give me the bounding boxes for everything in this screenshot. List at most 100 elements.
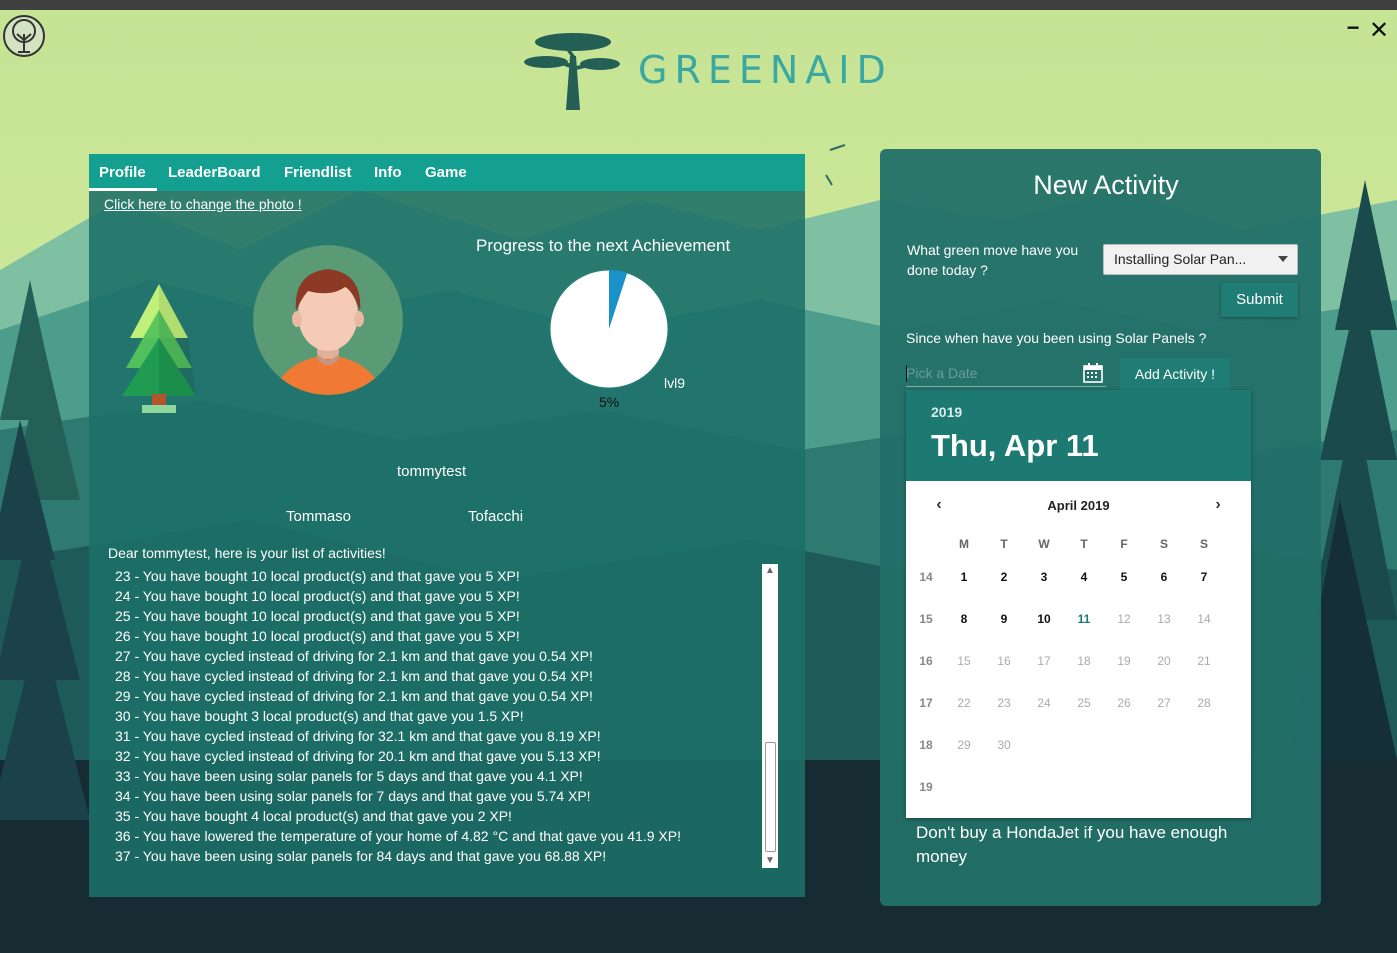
week-number: 14 xyxy=(919,570,933,584)
tab-bar: Profile LeaderBoard Friendlist Info Game xyxy=(89,154,805,191)
activity-type-select[interactable]: Installing Solar Pan... xyxy=(1103,244,1298,275)
achievement-progress-pie xyxy=(549,269,669,389)
calendar-day[interactable]: 24 xyxy=(1029,696,1059,710)
activity-list-item: 34 - You have been using solar panels fo… xyxy=(115,788,591,804)
eco-tip: Don't buy a HondaJet if you have enough … xyxy=(916,823,1228,866)
activity-list-item: 30 - You have bought 3 local product(s) … xyxy=(115,708,524,724)
week-number: 16 xyxy=(919,654,933,668)
calendar-day[interactable]: 2 xyxy=(989,570,1019,584)
close-button[interactable]: ✕ xyxy=(1369,18,1389,44)
calendar-day[interactable]: 30 xyxy=(989,738,1019,752)
weekday-header: F xyxy=(1120,537,1128,551)
calendar-day[interactable]: 19 xyxy=(1109,654,1139,668)
logo-text: GREENAID xyxy=(638,48,893,92)
calendar-day[interactable]: 1 xyxy=(949,570,979,584)
activity-list-item: 26 - You have bought 10 local product(s)… xyxy=(115,628,520,644)
minimize-button[interactable]: − xyxy=(1344,17,1362,39)
weekday-header: M xyxy=(959,537,969,551)
scrollbar-thumb[interactable] xyxy=(765,742,776,852)
calendar-day[interactable]: 29 xyxy=(949,738,979,752)
date-placeholder: Pick a Date xyxy=(906,365,978,381)
weekday-header: T xyxy=(1000,537,1008,551)
activity-select-value: Installing Solar Pan... xyxy=(1114,251,1247,267)
activity-list-item: 23 - You have bought 10 local product(s)… xyxy=(115,568,520,584)
date-picker-selected-date: Thu, Apr 11 xyxy=(931,428,1099,463)
calendar-day[interactable]: 5 xyxy=(1109,570,1139,584)
calendar-day[interactable]: 21 xyxy=(1189,654,1219,668)
activity-list-item: 29 - You have cycled instead of driving … xyxy=(115,688,593,704)
calendar-day[interactable]: 3 xyxy=(1029,570,1059,584)
calendar-day[interactable]: 17 xyxy=(1029,654,1059,668)
calendar-day[interactable]: 8 xyxy=(949,612,979,626)
calendar-day[interactable]: 23 xyxy=(989,696,1019,710)
calendar-day[interactable]: 7 xyxy=(1189,570,1219,584)
date-picker-header: 2019 Thu, Apr 11 xyxy=(906,390,1251,481)
calendar-day[interactable]: 6 xyxy=(1149,570,1179,584)
calendar-day[interactable]: 13 xyxy=(1149,612,1179,626)
progress-percent: 5% xyxy=(599,394,620,410)
calendar-day[interactable]: 22 xyxy=(949,696,979,710)
calendar-day[interactable]: 25 xyxy=(1069,696,1099,710)
week-number: 15 xyxy=(919,612,933,626)
level-label: lvl9 xyxy=(664,375,686,391)
calendar-day[interactable]: 18 xyxy=(1069,654,1099,668)
week-number: 19 xyxy=(919,780,933,794)
scroll-down-arrow-icon[interactable]: ▼ xyxy=(762,854,778,868)
calendar-day[interactable]: 11 xyxy=(1069,612,1099,626)
tab-friendlist[interactable]: Friendlist xyxy=(274,154,362,191)
activity-list-item: 24 - You have bought 10 local product(s)… xyxy=(115,588,520,604)
level-tree-icon xyxy=(122,284,196,413)
tab-game[interactable]: Game xyxy=(415,154,477,191)
weekday-header: T xyxy=(1080,537,1088,551)
tab-info[interactable]: Info xyxy=(364,154,412,191)
activity-list-item: 25 - You have bought 10 local product(s)… xyxy=(115,608,520,624)
calendar-day[interactable]: 15 xyxy=(949,654,979,668)
week-number: 18 xyxy=(919,738,933,752)
tab-leaderboard[interactable]: LeaderBoard xyxy=(158,154,271,191)
activity-scrollbar[interactable]: ▲ ▼ xyxy=(762,564,778,868)
calendar-day[interactable]: 4 xyxy=(1069,570,1099,584)
date-picker-popup: 2019 Thu, Apr 11 ‹ April 2019 › MTWTFSS1… xyxy=(906,390,1251,818)
date-picker-year[interactable]: 2019 xyxy=(931,404,962,420)
first-name: Tommaso xyxy=(286,508,352,525)
calendar-day[interactable]: 9 xyxy=(989,612,1019,626)
window-top-strip xyxy=(0,0,1397,10)
activity-list-item: 31 - You have cycled instead of driving … xyxy=(115,728,601,744)
new-activity-title: New Activity xyxy=(1033,170,1179,200)
tab-profile[interactable]: Profile xyxy=(89,154,156,191)
app-tree-icon xyxy=(3,15,45,57)
greenaid-logo-icon xyxy=(524,33,620,110)
calendar-day[interactable]: 28 xyxy=(1189,696,1219,710)
calendar-icon[interactable] xyxy=(1083,363,1103,383)
user-avatar[interactable] xyxy=(253,245,403,395)
calendar-day[interactable]: 12 xyxy=(1109,612,1139,626)
calendar-day[interactable]: 20 xyxy=(1149,654,1179,668)
calendar-day[interactable]: 16 xyxy=(989,654,1019,668)
submit-button[interactable]: Submit xyxy=(1221,283,1298,317)
activity-list-item: 33 - You have been using solar panels fo… xyxy=(115,768,583,784)
weekday-header: W xyxy=(1038,537,1050,551)
weekday-header: S xyxy=(1159,537,1168,551)
activity-list-item: 28 - You have cycled instead of driving … xyxy=(115,668,593,684)
since-when-question: Since when have you been using Solar Pan… xyxy=(906,330,1207,346)
calendar-day[interactable]: 27 xyxy=(1149,696,1179,710)
add-activity-button[interactable]: Add Activity ! xyxy=(1120,358,1230,390)
calendar-day[interactable]: 26 xyxy=(1109,696,1139,710)
date-picker-month: April 2019 xyxy=(1047,498,1110,513)
calendar-day[interactable]: 14 xyxy=(1189,612,1219,626)
activity-list-title: Dear tommytest, here is your list of act… xyxy=(108,545,386,561)
username: tommytest xyxy=(397,463,467,480)
date-input[interactable]: Pick a Date xyxy=(906,362,1106,387)
calendar-day[interactable]: 10 xyxy=(1029,612,1059,626)
activity-list[interactable]: 23 - You have bought 10 local product(s)… xyxy=(108,566,760,868)
activity-list-item: 32 - You have cycled instead of driving … xyxy=(115,748,601,764)
dropdown-arrow-icon xyxy=(1278,256,1288,262)
scroll-up-arrow-icon[interactable]: ▲ xyxy=(762,564,778,578)
activity-list-item: 27 - You have cycled instead of driving … xyxy=(115,648,593,664)
last-name: Tofacchi xyxy=(468,508,524,525)
active-tab-indicator xyxy=(89,188,157,191)
change-photo-link[interactable]: Click here to change the photo ! xyxy=(104,196,302,212)
chevron-right-icon[interactable]: › xyxy=(1209,496,1227,514)
activity-list-item: 36 - You have lowered the temperature of… xyxy=(115,828,681,844)
progress-title: Progress to the next Achievement xyxy=(476,236,731,255)
